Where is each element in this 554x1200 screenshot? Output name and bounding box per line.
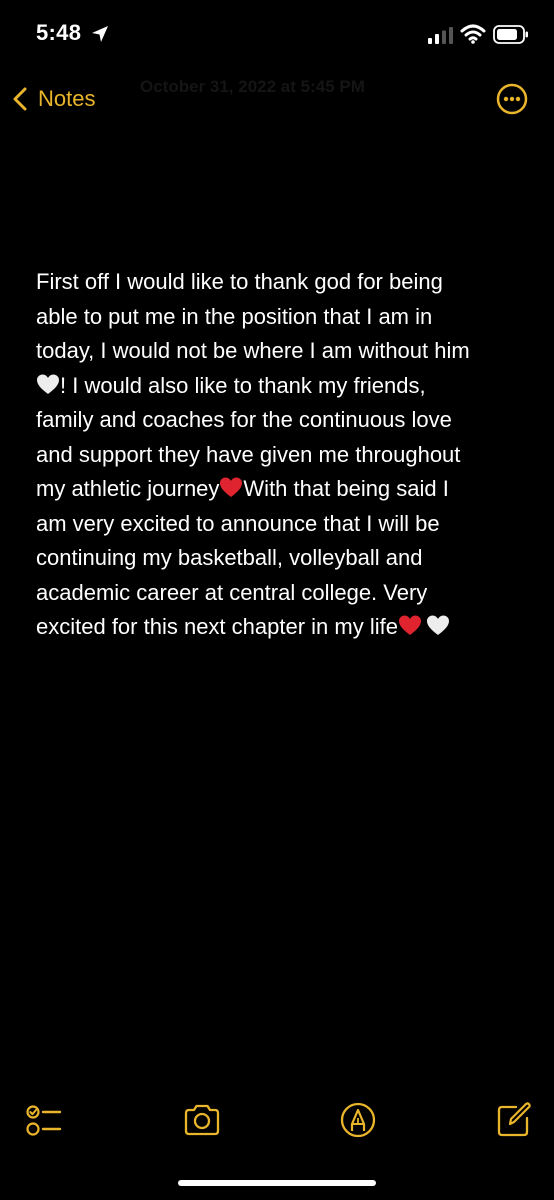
note-body[interactable]: First off I would like to thank god for … — [36, 265, 526, 645]
note-line: able to put me in the position that I am… — [36, 303, 433, 329]
note-line: academic career at central college. Very — [36, 579, 428, 605]
status-bar: 5:48 — [0, 0, 554, 70]
note-line: today, I would not be where I am without… — [36, 338, 470, 363]
red-heart-emoji — [398, 615, 421, 635]
note-line: ! I would also like to thank my friends, — [36, 369, 526, 404]
nav-bar: Notes October 31, 2022 at 5:45 PM — [0, 70, 554, 126]
note-line: am very excited to announce that I will … — [36, 510, 440, 536]
white-heart-emoji — [426, 615, 449, 635]
note-line: family and coaches for the continuous lo… — [36, 407, 452, 432]
note-line: continuing my basketball, volleyball and — [36, 545, 423, 570]
back-label: Notes — [38, 86, 96, 111]
chevron-left-icon — [13, 87, 27, 111]
cellular-signal-icon — [428, 27, 453, 44]
note-date: October 31, 2022 at 5:45 PM — [140, 77, 365, 96]
red-heart-emoji — [220, 477, 243, 497]
note-line: my athletic journey With that being said … — [36, 476, 449, 501]
battery-icon — [493, 25, 528, 44]
markup-pen-icon[interactable] — [338, 1100, 378, 1140]
home-indicator[interactable] — [178, 1180, 376, 1186]
bottom-toolbar — [0, 1100, 554, 1144]
note-line: excited for this next chapter in my life — [36, 610, 526, 645]
location-arrow-icon — [92, 26, 108, 42]
compose-icon[interactable] — [494, 1100, 534, 1140]
note-line: and support they have given me throughou… — [36, 441, 461, 467]
status-time: 5:48 — [36, 20, 82, 45]
back-button[interactable]: Notes — [10, 80, 95, 118]
ellipsis-circle-icon[interactable] — [496, 83, 528, 115]
white-heart-emoji — [37, 374, 59, 394]
camera-icon[interactable] — [182, 1100, 222, 1140]
note-line: First off I would like to thank god for … — [36, 269, 443, 294]
checklist-icon[interactable] — [24, 1100, 64, 1140]
wifi-icon — [460, 24, 486, 44]
